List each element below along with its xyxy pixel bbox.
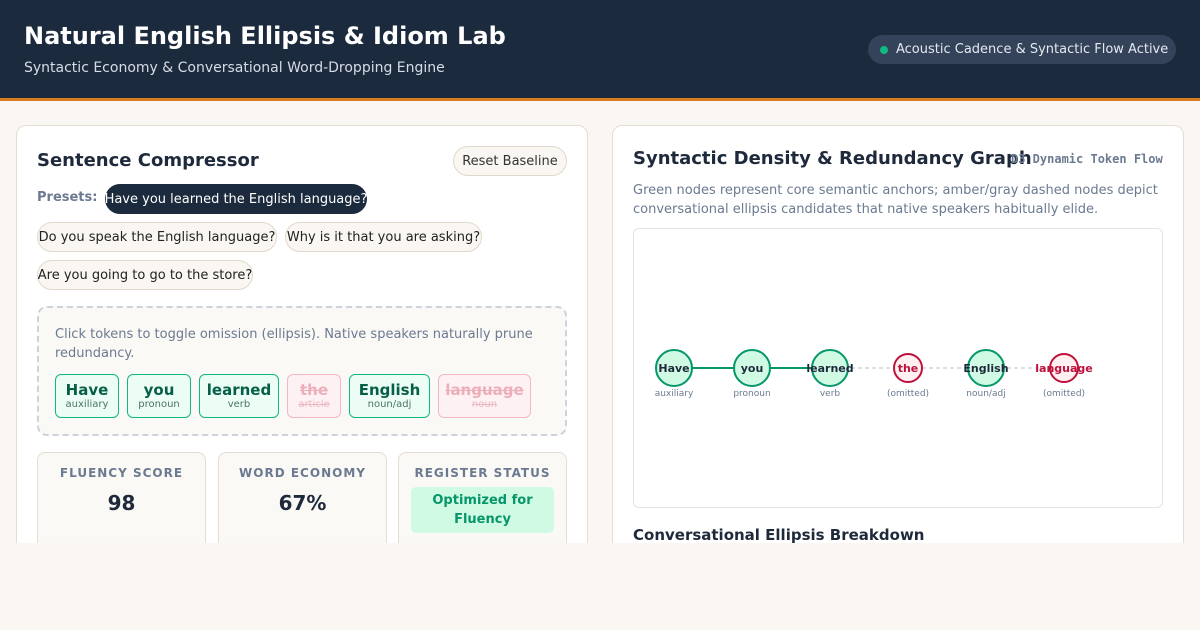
graph-tag: D3 Dynamic Token Flow: [1011, 152, 1163, 166]
token-english[interactable]: English noun/adj: [349, 374, 430, 418]
graph-node-label: English: [963, 362, 1008, 375]
app-header: Natural English Ellipsis & Idiom Lab Syn…: [0, 0, 1200, 101]
status-badge: Acoustic Cadence & Syntactic Flow Active: [868, 35, 1176, 64]
token-word: language: [445, 381, 524, 399]
app-title: Natural English Ellipsis & Idiom Lab: [24, 22, 506, 50]
token-editor: Click tokens to toggle omission (ellipsi…: [37, 306, 567, 436]
token-word: the: [299, 381, 329, 399]
token-pos: pronoun: [138, 399, 180, 410]
density-graph-panel: Syntactic Density & Redundancy Graph D3 …: [612, 125, 1184, 543]
word-economy-label: WORD ECONOMY: [239, 466, 366, 480]
main-content: Sentence Compressor Reset Baseline Prese…: [0, 101, 1200, 543]
graph-title: Syntactic Density & Redundancy Graph: [633, 148, 1032, 169]
compressor-title: Sentence Compressor: [37, 150, 259, 171]
word-economy-card: WORD ECONOMY 67%: [218, 452, 387, 543]
graph-node-label: you: [741, 362, 764, 375]
ellipsis-breakdown-title: Conversational Ellipsis Breakdown: [633, 526, 925, 543]
token-flow-svg: Have auxiliary you pronoun learned verb the (om…: [655, 349, 1093, 399]
register-status-card: REGISTER STATUS Optimized for Fluency: [398, 452, 567, 543]
token-language[interactable]: language noun: [438, 374, 531, 418]
graph-node-pos: pronoun: [733, 389, 770, 399]
token-word: you: [143, 381, 175, 399]
preset-chip-learned[interactable]: Have you learned the English language?: [105, 184, 367, 214]
status-dot-icon: [880, 45, 888, 54]
token-pos: verb: [227, 399, 251, 410]
graph-node-pos: (omitted): [887, 389, 929, 399]
token-the[interactable]: the article: [287, 374, 341, 418]
token-pos: article: [298, 399, 330, 410]
register-status-label: REGISTER STATUS: [414, 466, 551, 480]
token-you[interactable]: you pronoun: [127, 374, 191, 418]
graph-description: Green nodes represent core semantic anch…: [633, 183, 1158, 217]
graph-node-pos: noun/adj: [966, 389, 1005, 399]
status-text: Acoustic Cadence & Syntactic Flow Active: [896, 42, 1169, 57]
graph-node-label: learned: [806, 362, 853, 375]
preset-chip-why[interactable]: Why is it that you are asking?: [285, 222, 482, 252]
token-instructions: Click tokens to toggle omission (ellipsi…: [55, 327, 533, 361]
fluency-score-label: FLUENCY SCORE: [59, 466, 184, 480]
reset-baseline-button[interactable]: Reset Baseline: [453, 146, 567, 176]
app-subtitle: Syntactic Economy & Conversational Word-…: [24, 60, 445, 76]
fluency-score-value: 98: [107, 491, 136, 515]
presets-label: Presets:: [37, 190, 98, 205]
preset-chip-speak[interactable]: Do you speak the English language?: [37, 222, 277, 252]
graph-node-pos: (omitted): [1043, 389, 1085, 399]
sentence-compressor-panel: Sentence Compressor Reset Baseline Prese…: [16, 125, 588, 543]
token-word: English: [358, 381, 421, 399]
graph-node-pos: verb: [820, 389, 841, 399]
graph-node-label: language: [1035, 362, 1093, 375]
graph-node-label: Have: [658, 362, 689, 375]
graph-node-pos: auxiliary: [655, 389, 694, 399]
register-status-badge: Optimized for Fluency: [411, 487, 554, 533]
graph-node-label: the: [898, 362, 919, 375]
token-learned[interactable]: learned verb: [199, 374, 279, 418]
token-pos: noun: [471, 399, 498, 410]
token-pos: auxiliary: [65, 399, 109, 410]
token-word: Have: [65, 381, 109, 399]
token-word: learned: [206, 381, 272, 399]
word-economy-value: 67%: [278, 491, 327, 515]
token-flow-graph: Have auxiliary you pronoun learned verb the (om…: [633, 228, 1163, 508]
preset-chip-store[interactable]: Are you going to go to the store?: [37, 260, 253, 290]
token-have[interactable]: Have auxiliary: [55, 374, 119, 418]
fluency-score-card: FLUENCY SCORE 98: [37, 452, 206, 543]
token-pos: noun/adj: [367, 399, 412, 410]
